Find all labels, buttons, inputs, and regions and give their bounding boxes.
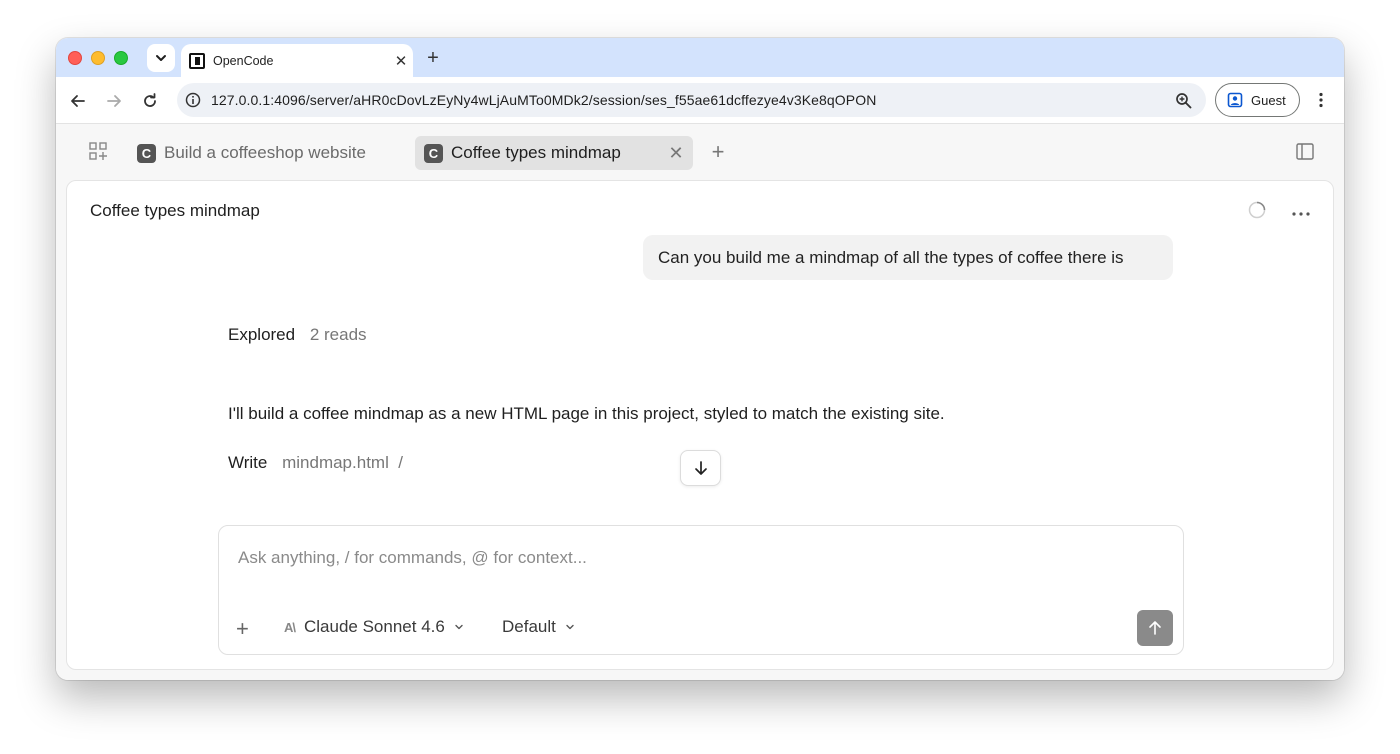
browser-window: OpenCode ✕ + 127.0.0.1:4096/server/aHR0c…	[56, 38, 1344, 680]
model-selector[interactable]: A\ Claude Sonnet 4.6	[284, 617, 464, 637]
chevron-down-icon	[455, 624, 463, 630]
session-tab-bar: C Build a coffeeshop website C Coffee ty…	[56, 124, 1344, 180]
session-panel: Coffee types mindmap Can you build me a …	[66, 180, 1334, 670]
more-options-icon[interactable]	[1291, 201, 1313, 219]
add-attachment-button[interactable]: +	[236, 616, 249, 642]
arrow-right-icon	[107, 95, 121, 107]
new-tab-button[interactable]: +	[420, 45, 446, 71]
toggle-sidebar-icon[interactable]	[1296, 143, 1315, 161]
minimize-window-button[interactable]	[91, 51, 105, 65]
user-message: Can you build me a mindmap of all the ty…	[643, 235, 1173, 280]
arrow-left-icon	[71, 95, 85, 107]
close-tab-icon[interactable]: ✕	[389, 52, 413, 70]
write-label: Write	[228, 453, 268, 472]
send-button[interactable]	[1137, 610, 1173, 646]
close-window-button[interactable]	[68, 51, 82, 65]
reload-icon	[144, 93, 156, 107]
profile-icon	[1227, 92, 1243, 108]
loading-spinner-icon	[1248, 201, 1266, 219]
reload-button[interactable]	[137, 88, 163, 114]
mode-selector[interactable]: Default	[502, 617, 575, 637]
write-tool-call[interactable]: Write mindmap.html /	[228, 453, 403, 473]
address-bar[interactable]: 127.0.0.1:4096/server/aHR0cDovLzEyNy4wLj…	[177, 83, 1206, 117]
prompt-input[interactable]: Ask anything, / for commands, @ for cont…	[238, 548, 587, 568]
profile-label: Guest	[1251, 92, 1286, 108]
user-message-text: Can you build me a mindmap of all the ty…	[658, 247, 1124, 267]
opencode-favicon-icon	[189, 52, 205, 69]
tab-coffee-types-mindmap[interactable]: C Coffee types mindmap ✕	[415, 136, 693, 170]
session-badge: C	[424, 143, 443, 163]
arrow-down-icon	[694, 461, 707, 475]
browser-tab-opencode[interactable]: OpenCode ✕	[181, 44, 413, 77]
browser-tab-title: OpenCode	[213, 53, 274, 68]
chevron-down-icon	[566, 624, 574, 630]
write-detail: mindmap.html /	[282, 453, 404, 472]
mode-label: Default	[502, 617, 556, 636]
tab-label: Build a coffeeshop website	[164, 143, 366, 162]
site-info-icon[interactable]	[185, 92, 201, 108]
back-button[interactable]	[65, 88, 91, 114]
explored-tool-call[interactable]: Explored 2 reads	[228, 325, 367, 345]
chevron-down-icon	[156, 55, 166, 61]
assistant-message: I'll build a coffee mindmap as a new HTM…	[228, 404, 945, 423]
model-label: Claude Sonnet 4.6	[304, 617, 445, 636]
forward-button[interactable]	[101, 88, 127, 114]
profile-button[interactable]: Guest	[1215, 83, 1300, 117]
tab-search-button[interactable]	[147, 44, 175, 72]
browser-tab-strip: OpenCode ✕ +	[56, 38, 1344, 77]
tab-label: Coffee types mindmap	[451, 143, 621, 162]
zoom-icon[interactable]	[1168, 92, 1198, 109]
browser-toolbar: 127.0.0.1:4096/server/aHR0cDovLzEyNy4wLj…	[56, 77, 1344, 124]
session-title: Coffee types mindmap	[90, 201, 260, 220]
apps-grid-icon[interactable]	[89, 142, 109, 162]
tab-build-coffeeshop-website[interactable]: C Build a coffeeshop website	[128, 136, 378, 170]
session-badge: C	[137, 143, 156, 163]
opencode-app: C Build a coffeeshop website C Coffee ty…	[56, 124, 1344, 680]
url-text[interactable]: 127.0.0.1:4096/server/aHR0cDovLzEyNy4wLj…	[211, 92, 1168, 108]
new-session-button[interactable]: +	[706, 139, 730, 164]
browser-menu-icon[interactable]	[1309, 88, 1333, 112]
maximize-window-button[interactable]	[114, 51, 128, 65]
explored-detail: 2 reads	[309, 325, 367, 344]
scroll-to-bottom-button[interactable]	[680, 450, 721, 486]
arrow-up-icon	[1149, 621, 1161, 635]
prompt-composer[interactable]: Ask anything, / for commands, @ for cont…	[218, 525, 1184, 655]
close-tab-icon[interactable]: ✕	[659, 143, 693, 164]
anthropic-icon: A\	[284, 619, 296, 635]
explored-label: Explored	[228, 325, 296, 344]
